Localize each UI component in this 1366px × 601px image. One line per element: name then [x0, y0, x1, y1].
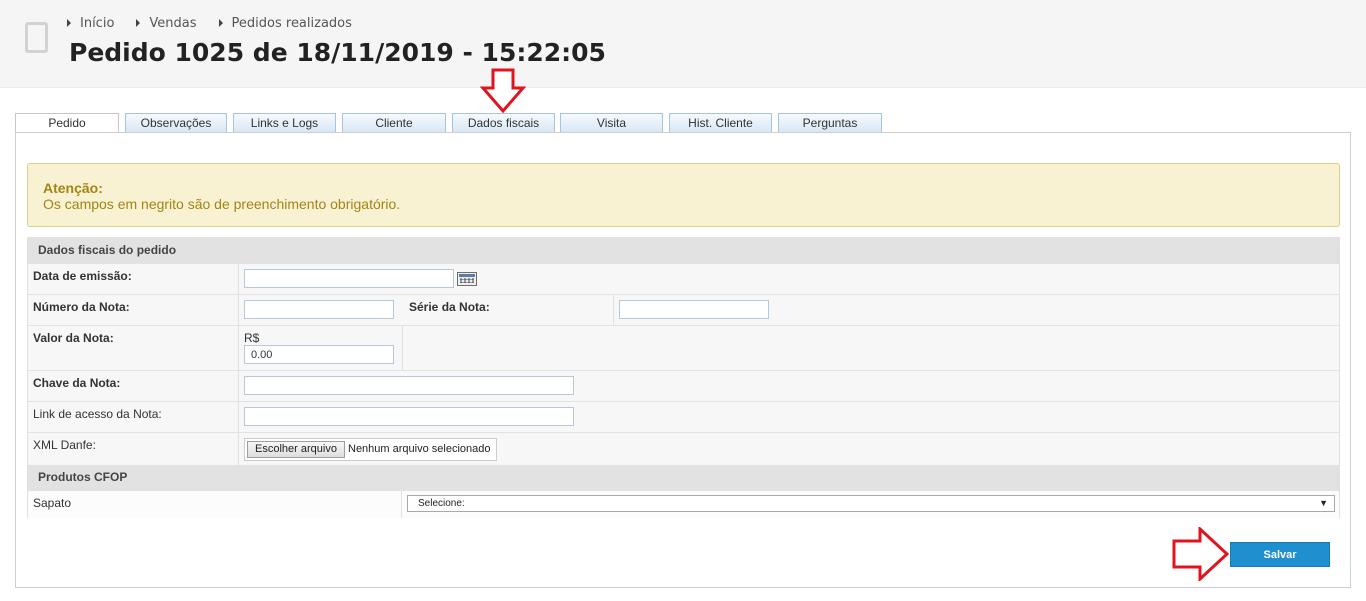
cfop-select[interactable]: Selecione: ▼ — [407, 495, 1335, 512]
numero-nota-label: Número da Nota: — [33, 300, 130, 314]
row-valor-nota: Valor da Nota: R$ — [28, 325, 1339, 370]
link-acesso-label: Link de acesso da Nota: — [33, 407, 162, 421]
data-emissao-input[interactable] — [244, 269, 454, 288]
xml-file-input[interactable]: Escolher arquivo Nenhum arquivo selecion… — [244, 438, 497, 461]
document-icon — [25, 22, 48, 53]
file-status: Nenhum arquivo selecionado — [348, 443, 491, 455]
choose-file-button[interactable]: Escolher arquivo — [247, 441, 345, 458]
attention-alert: Atenção: Os campos em negrito são de pre… — [27, 163, 1340, 227]
column-divider — [401, 491, 402, 518]
breadcrumb: Início Vendas Pedidos realizados — [67, 15, 374, 31]
column-divider — [238, 433, 239, 465]
currency-label: R$ — [244, 331, 260, 345]
caret-right-icon — [67, 19, 71, 27]
column-divider — [238, 371, 239, 401]
caret-right-icon — [136, 19, 141, 27]
breadcrumb-item-pedidos-realizados[interactable]: Pedidos realizados — [218, 15, 352, 31]
serie-nota-input[interactable] — [619, 300, 769, 319]
data-emissao-label: Data de emissão: — [33, 269, 132, 283]
row-chave-nota: Chave da Nota: — [28, 370, 1339, 401]
section-header-cfop: Produtos CFOP — [28, 465, 1339, 490]
breadcrumb-label: Pedidos realizados — [231, 15, 352, 31]
breadcrumb-item-vendas[interactable]: Vendas — [136, 15, 197, 31]
link-acesso-input[interactable] — [244, 407, 574, 426]
page-title: Pedido 1025 de 18/11/2019 - 15:22:05 — [69, 38, 606, 67]
row-data-emissao: Data de emissão: — [28, 263, 1339, 294]
save-button[interactable]: Salvar — [1230, 542, 1330, 567]
valor-nota-label: Valor da Nota: — [33, 331, 114, 345]
xml-danfe-label: XML Danfe: — [33, 438, 96, 452]
column-divider — [402, 326, 403, 370]
tab-perguntas[interactable]: Perguntas — [778, 113, 882, 133]
tab-observacoes[interactable]: Observações — [125, 113, 227, 133]
dropdown-arrow-icon: ▼ — [1319, 498, 1328, 508]
alert-title: Atenção: — [43, 180, 103, 196]
calendar-icon[interactable] — [457, 272, 477, 286]
product-label: Sapato — [33, 496, 72, 510]
fiscal-form: Dados fiscais do pedido Data de emissão:… — [27, 237, 1340, 518]
tab-pedido[interactable]: Pedido — [15, 113, 119, 134]
row-xml-danfe: XML Danfe: Escolher arquivo Nenhum arqui… — [28, 432, 1339, 465]
chave-nota-label: Chave da Nota: — [33, 376, 121, 390]
breadcrumb-label: Início — [80, 15, 115, 31]
tab-cliente[interactable]: Cliente — [342, 113, 446, 133]
caret-right-icon — [218, 19, 223, 27]
tab-panel: Atenção: Os campos em negrito são de pre… — [15, 132, 1351, 588]
page-header: Início Vendas Pedidos realizados Pedido … — [0, 0, 1366, 88]
row-link-acesso: Link de acesso da Nota: — [28, 401, 1339, 432]
column-divider — [238, 264, 239, 294]
numero-nota-input[interactable] — [244, 300, 394, 319]
column-divider — [238, 326, 239, 370]
breadcrumb-label: Vendas — [149, 15, 197, 31]
tab-links-e-logs[interactable]: Links e Logs — [233, 113, 336, 133]
tab-hist-cliente[interactable]: Hist. Cliente — [669, 113, 772, 133]
annotation-arrow-right-icon — [1172, 527, 1230, 581]
select-value: Selecione: — [418, 498, 465, 509]
row-numero-serie: Número da Nota: Série da Nota: — [28, 294, 1339, 325]
column-divider — [238, 295, 239, 325]
valor-nota-input[interactable] — [244, 345, 394, 364]
annotation-arrow-down-icon — [480, 68, 526, 114]
section-header-fiscal: Dados fiscais do pedido — [28, 238, 1339, 263]
serie-nota-label: Série da Nota: — [409, 300, 490, 314]
row-product-cfop: Sapato Selecione: ▼ — [28, 490, 1339, 518]
column-divider — [613, 295, 614, 325]
column-divider — [238, 402, 239, 432]
tab-visita[interactable]: Visita — [560, 113, 663, 133]
alert-text: Os campos em negrito são de preenchiment… — [43, 196, 401, 212]
tab-dados-fiscais[interactable]: Dados fiscais — [452, 113, 555, 133]
chave-nota-input[interactable] — [244, 376, 574, 395]
breadcrumb-item-inicio[interactable]: Início — [67, 16, 114, 31]
